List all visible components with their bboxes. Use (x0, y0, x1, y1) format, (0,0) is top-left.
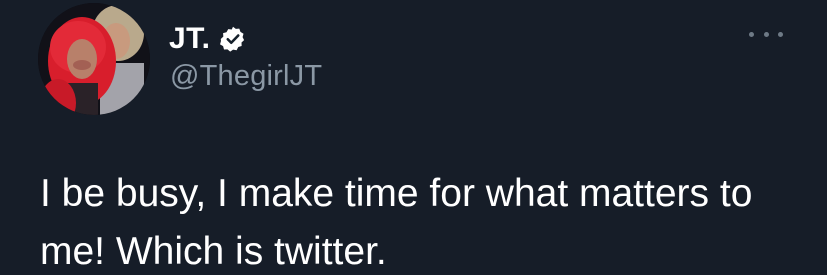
dot (749, 31, 754, 37)
avatar-image (38, 3, 150, 115)
author-avatar[interactable] (38, 3, 150, 115)
author-name-row[interactable]: JT. (169, 22, 247, 56)
dot (763, 31, 769, 37)
dot (778, 31, 783, 37)
verified-badge-icon (219, 25, 247, 53)
author-handle[interactable]: @ThegirlJT (170, 60, 322, 93)
tweet-card: JT. @ThegirlJT I be busy, I make time fo… (0, 0, 827, 275)
more-options-icon[interactable] (749, 24, 783, 44)
tweet-text: I be busy, I make time for what matters … (40, 172, 753, 273)
author-display-name[interactable]: JT. (169, 22, 211, 56)
